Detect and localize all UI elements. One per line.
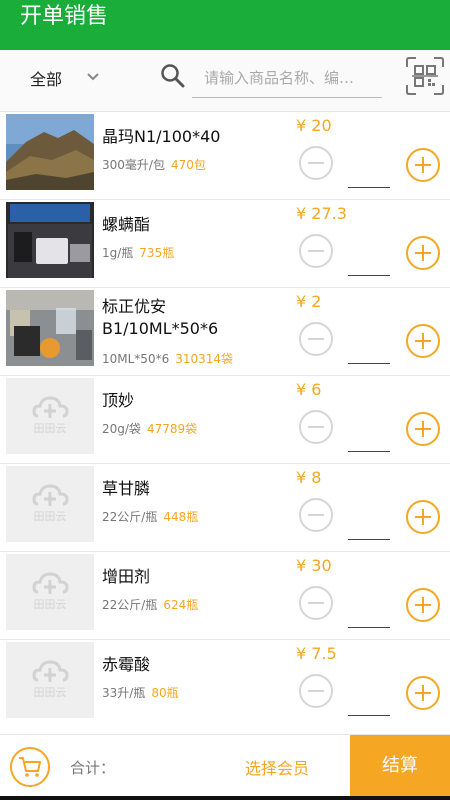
decrease-quantity-button[interactable] bbox=[299, 322, 333, 356]
product-image bbox=[6, 290, 94, 366]
decrease-quantity-button[interactable] bbox=[299, 498, 333, 532]
product-stock: 735瓶 bbox=[139, 246, 175, 260]
product-stock: 624瓶 bbox=[163, 598, 199, 612]
product-meta: 20g/袋 47789袋 bbox=[102, 420, 197, 437]
decrease-quantity-button[interactable] bbox=[299, 410, 333, 444]
category-dropdown[interactable]: 全部 bbox=[30, 66, 62, 90]
svg-text:田田云: 田田云 bbox=[34, 598, 67, 611]
product-meta: 22公斤/瓶 624瓶 bbox=[102, 596, 198, 613]
increase-quantity-button[interactable] bbox=[406, 236, 440, 270]
search-icon[interactable] bbox=[160, 63, 186, 89]
increase-quantity-button[interactable] bbox=[406, 412, 440, 446]
product-name: 赤霉酸 bbox=[102, 655, 151, 674]
decrease-quantity-button[interactable] bbox=[299, 234, 333, 268]
qr-scan-icon[interactable] bbox=[404, 55, 446, 97]
placeholder-logo-icon: 田田云 bbox=[6, 554, 94, 630]
product-price: ¥ 30 bbox=[296, 556, 332, 575]
product-stock: 448瓶 bbox=[163, 510, 199, 524]
list-item[interactable]: 螺螨酯 1g/瓶 735瓶 ¥ 27.3 bbox=[0, 200, 450, 288]
increase-quantity-button[interactable] bbox=[406, 500, 440, 534]
list-item[interactable]: 田田云 增田剂 22公斤/瓶 624瓶 ¥ 30 bbox=[0, 552, 450, 640]
increase-quantity-button[interactable] bbox=[406, 588, 440, 622]
increase-quantity-button[interactable] bbox=[406, 148, 440, 182]
product-price: ¥ 20 bbox=[296, 116, 332, 135]
svg-text:田田云: 田田云 bbox=[34, 422, 67, 435]
checkout-bar: 合计： 选择会员 结算 bbox=[0, 734, 450, 797]
product-image: 田田云 bbox=[6, 642, 94, 718]
bottom-edge bbox=[0, 796, 450, 800]
product-spec: 22公斤/瓶 bbox=[102, 598, 158, 612]
product-spec: 33升/瓶 bbox=[102, 686, 146, 700]
search-input[interactable] bbox=[192, 58, 382, 98]
product-stock: 47789袋 bbox=[146, 422, 198, 436]
page-title: 开单销售 bbox=[20, 4, 109, 29]
product-name: 草甘膦 bbox=[102, 479, 151, 498]
decrease-quantity-button[interactable] bbox=[299, 586, 333, 620]
svg-text:田田云: 田田云 bbox=[34, 510, 67, 523]
placeholder-logo-icon: 田田云 bbox=[6, 466, 94, 542]
list-item[interactable]: 田田云 草甘膦 22公斤/瓶 448瓶 ¥ 8 bbox=[0, 464, 450, 552]
quantity-input[interactable] bbox=[348, 412, 390, 452]
product-name: 晶玛N1/100*40 bbox=[102, 127, 221, 146]
product-image: 田田云 bbox=[6, 554, 94, 630]
list-item[interactable]: 标正优安B1/10ML*50*6 10ML*50*6 310314袋 ¥ 2 bbox=[0, 288, 450, 376]
product-spec: 20g/袋 bbox=[102, 422, 141, 436]
placeholder-logo-icon: 田田云 bbox=[6, 642, 94, 718]
product-stock: 310314袋 bbox=[175, 352, 234, 366]
product-stock: 80瓶 bbox=[151, 686, 179, 700]
list-item[interactable]: 晶玛N1/100*40 300毫升/包 470包 ¥ 20 bbox=[0, 112, 450, 200]
quantity-input[interactable] bbox=[348, 588, 390, 628]
product-meta: 300毫升/包 470包 bbox=[102, 156, 206, 173]
product-meta: 10ML*50*6 310314袋 bbox=[102, 350, 233, 367]
checkout-button[interactable]: 结算 bbox=[350, 735, 450, 797]
chevron-down-icon[interactable] bbox=[86, 70, 100, 84]
placeholder-logo-icon: 田田云 bbox=[6, 378, 94, 454]
product-name: 增田剂 bbox=[102, 567, 151, 586]
product-name: 螺螨酯 bbox=[102, 215, 151, 234]
quantity-input[interactable] bbox=[348, 236, 390, 276]
product-list: 晶玛N1/100*40 300毫升/包 470包 ¥ 20 螺螨酯 1g/瓶 735… bbox=[0, 112, 450, 724]
product-price: ¥ 8 bbox=[296, 468, 322, 487]
filter-bar: 全部 bbox=[0, 50, 450, 112]
quantity-input[interactable] bbox=[348, 324, 390, 364]
quantity-input[interactable] bbox=[348, 676, 390, 716]
decrease-quantity-button[interactable] bbox=[299, 674, 333, 708]
header-bar: 开单销售 bbox=[0, 0, 450, 50]
product-image: 田田云 bbox=[6, 466, 94, 542]
quantity-input[interactable] bbox=[348, 148, 390, 188]
product-spec: 300毫升/包 bbox=[102, 158, 165, 172]
svg-text:田田云: 田田云 bbox=[34, 686, 67, 699]
product-name: 标正优安B1/10ML*50*6 bbox=[102, 297, 219, 338]
product-meta: 22公斤/瓶 448瓶 bbox=[102, 508, 198, 525]
cart-icon bbox=[19, 757, 41, 777]
total-label: 合计： bbox=[70, 759, 116, 777]
product-meta: 1g/瓶 735瓶 bbox=[102, 244, 174, 261]
product-spec: 22公斤/瓶 bbox=[102, 510, 158, 524]
product-image bbox=[6, 114, 94, 190]
product-spec: 10ML*50*6 bbox=[102, 352, 170, 366]
product-price: ¥ 7.5 bbox=[296, 644, 337, 663]
product-meta: 33升/瓶 80瓶 bbox=[102, 684, 179, 701]
product-image: 田田云 bbox=[6, 378, 94, 454]
increase-quantity-button[interactable] bbox=[406, 676, 440, 710]
select-member-button[interactable]: 选择会员 bbox=[245, 755, 309, 779]
product-price: ¥ 2 bbox=[296, 292, 322, 311]
app-screen: 开单销售 全部 请输入商品名称、编… 晶玛N1/100*40 300毫升/包 4… bbox=[0, 0, 450, 800]
product-stock: 470包 bbox=[170, 158, 206, 172]
list-item[interactable]: 田田云 顶妙 20g/袋 47789袋 ¥ 6 bbox=[0, 376, 450, 464]
quantity-input[interactable] bbox=[348, 500, 390, 540]
list-item[interactable]: 田田云 赤霉酸 33升/瓶 80瓶 ¥ 7.5 bbox=[0, 640, 450, 724]
increase-quantity-button[interactable] bbox=[406, 324, 440, 358]
cart-button[interactable] bbox=[10, 747, 50, 787]
product-price: ¥ 6 bbox=[296, 380, 322, 399]
decrease-quantity-button[interactable] bbox=[299, 146, 333, 180]
product-image bbox=[6, 202, 94, 278]
product-name: 顶妙 bbox=[102, 391, 135, 410]
product-spec: 1g/瓶 bbox=[102, 246, 134, 260]
product-price: ¥ 27.3 bbox=[296, 204, 347, 223]
